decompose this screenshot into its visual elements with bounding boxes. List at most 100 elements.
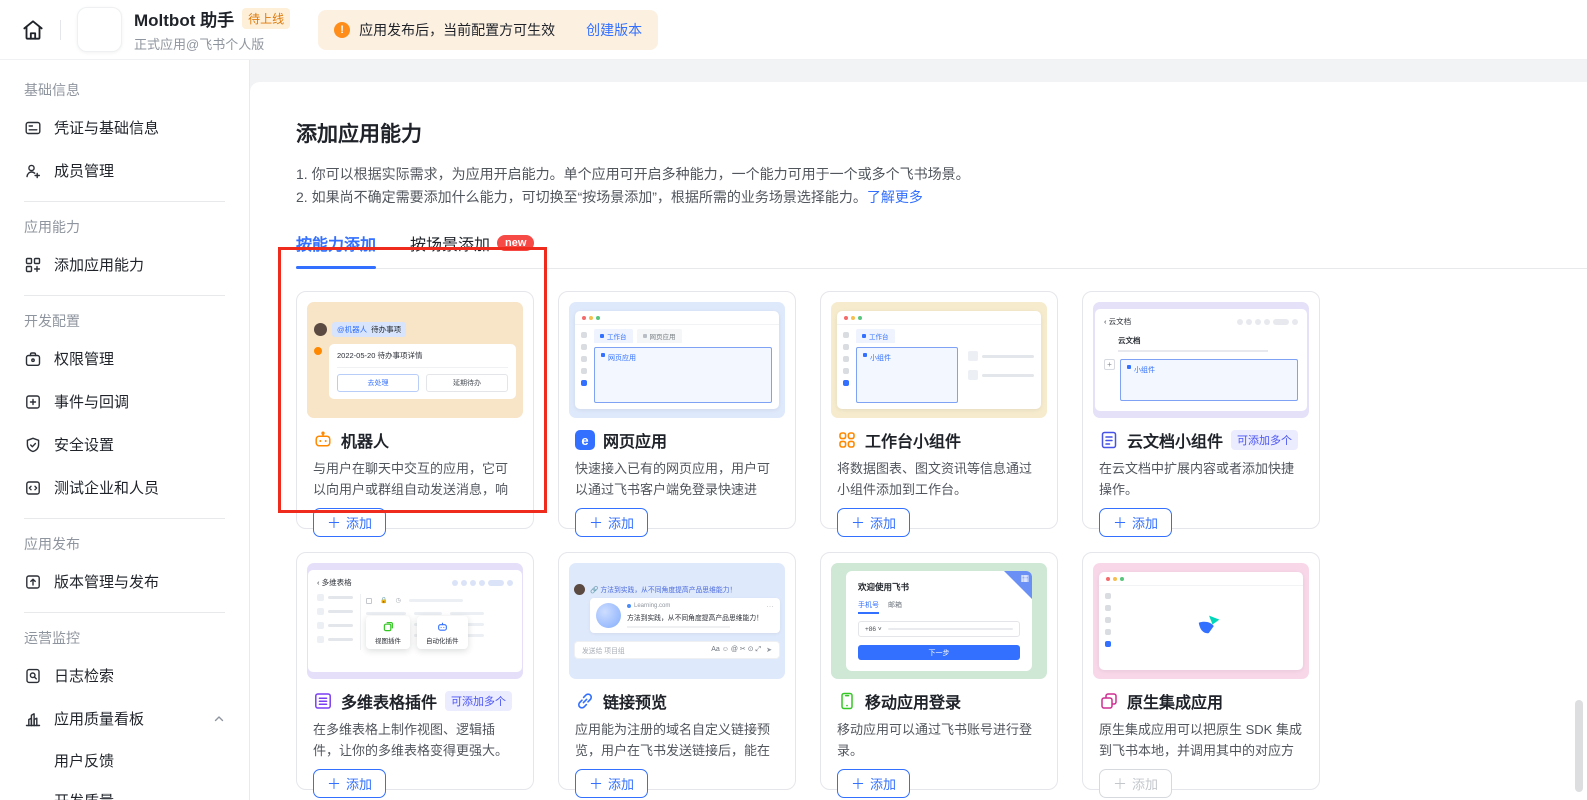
sidebar-item-quality-dashboard[interactable]: 应用质量看板 — [0, 697, 249, 740]
clock-glyph: ◷ — [395, 597, 400, 604]
multi-badge: 可添加多个 — [1231, 430, 1298, 450]
add-webapp-button[interactable]: ＋添加 — [575, 508, 648, 537]
add-native-integration-button[interactable]: ＋添加 — [1099, 769, 1172, 798]
create-version-link[interactable]: 创建版本 — [586, 20, 642, 40]
send-icon: ➤ — [766, 646, 772, 654]
card-link-preview[interactable]: 🔗 方法到实践，从不同角度提高产品思维能力！ Learning.com 方法到实… — [558, 552, 796, 790]
sidebar-item-add-capability[interactable]: 添加应用能力 — [0, 243, 249, 286]
add-label: 添加 — [608, 513, 634, 532]
sidebar-divider — [24, 612, 225, 613]
notice-bar: ! 应用发布后，当前配置方可生效 创建版本 — [318, 10, 658, 50]
mock-tab: 工作台 — [607, 331, 627, 341]
tab-by-capability[interactable]: 按能力添加 — [296, 231, 376, 268]
webapp-icon-glyph: e — [581, 433, 588, 448]
sidebar: 基础信息 凭证与基础信息 成员管理 应用能力 添加应用能力 开发配置 权限管理 … — [0, 60, 250, 800]
mock-back: ‹ 多维表格 — [317, 577, 352, 588]
plus-icon: ＋ — [851, 516, 865, 530]
app-subtitle: 正式应用@飞书个人版 — [134, 34, 290, 53]
vertical-scrollbar[interactable] — [1575, 700, 1583, 792]
plus-icon: ＋ — [327, 516, 341, 530]
desc-text: 2. 如果尚不确定需要添加什么能力，可切换至“按场景添加”，根据所需的业务场景选… — [296, 189, 867, 205]
automation-plugin-chip: 自动化插件 — [417, 616, 468, 649]
add-workplace-widget-button[interactable]: ＋ 添加 — [837, 508, 910, 537]
chevron-up-icon[interactable] — [213, 713, 225, 725]
webapp-icon: e — [575, 430, 595, 450]
sidebar-item-members[interactable]: 成员管理 — [0, 149, 249, 192]
plus-icon: ＋ — [851, 777, 865, 791]
mock-box-label: 小组件 — [870, 353, 891, 363]
sidebar-item-version-release[interactable]: 版本管理与发布 — [0, 560, 249, 603]
mock-country-code: +86 ˅ — [865, 626, 882, 633]
event-callback-icon — [24, 393, 42, 411]
add-bot-button[interactable]: ＋添加 — [313, 508, 386, 537]
section-dev-config: 开发配置 — [0, 305, 249, 337]
card-docs-widget[interactable]: ‹ 云文档 云文档 + 小组件 云文档小组件 可添加多个 — [1082, 291, 1320, 529]
card-desc: 快速接入已有的网页应用，用户可以通过飞书客户端免登录快速进入。 — [575, 458, 779, 500]
sidebar-item-label: 应用质量看板 — [54, 708, 144, 729]
card-desc: 原生集成应用可以把原生 SDK 集成到飞书本地，并调用其中的对应方法，为用户提.… — [1099, 719, 1303, 761]
sidebar-item-test-enterprise[interactable]: 测试企业和人员 — [0, 466, 249, 509]
card-webapp[interactable]: 工作台 网页应用 网页应用 e 网页应用 快速接入已有的网页应用，用户可以通过飞… — [558, 291, 796, 529]
card-bot[interactable]: @机器人待办事项 2022-05-20 待办事项详情 去处理 延期待办 — [296, 291, 534, 529]
card-workplace-widget[interactable]: 工作台 小组件 — [820, 291, 1058, 529]
card-desc: 将数据图表、图文资讯等信息通过小组件添加到工作台。 — [837, 458, 1041, 500]
app-meta: Moltbot 助手 待上线 正式应用@飞书个人版 — [134, 6, 290, 53]
learn-more-link[interactable]: 了解更多 — [867, 189, 923, 205]
add-label: 添加 — [346, 774, 372, 793]
mock-secondary-button: 延期待办 — [426, 374, 508, 392]
card-desc: 在云文档中扩展内容或者添加快捷操作。 — [1099, 458, 1303, 500]
tab-by-scenario[interactable]: 按场景添加new — [410, 231, 534, 268]
add-mobile-login-button[interactable]: ＋ 添加 — [837, 769, 910, 798]
mock-tab: 工作台 — [869, 331, 889, 341]
sidebar-divider — [24, 201, 225, 202]
card-title: 链接预览 — [603, 689, 667, 713]
todo-detail: 2022-05-20 待办事项详情 — [337, 350, 508, 368]
sidebar-divider — [24, 518, 225, 519]
toolbar-icons: Aa ☺ @ ✂ ⊙ ⤢ — [711, 645, 761, 654]
add-label: 添加 — [870, 513, 896, 532]
plus-icon: ＋ — [1113, 516, 1127, 530]
mock-site: Learning.com — [634, 603, 670, 609]
warning-icon: ! — [334, 22, 350, 38]
mock-plus: + — [1104, 359, 1115, 370]
card-mobile-login[interactable]: ▦ 欢迎使用飞书 手机号 邮箱 +86 ˅ 下一步 移动应用登录 — [820, 552, 1058, 790]
qr-icon: ▦ — [1020, 573, 1029, 584]
sidebar-item-credentials[interactable]: 凭证与基础信息 — [0, 106, 249, 149]
card-title: 工作台小组件 — [865, 428, 961, 452]
feishu-logo — [1195, 610, 1225, 640]
section-release: 应用发布 — [0, 528, 249, 560]
member-add-icon — [24, 162, 42, 180]
sidebar-subitem-dev-quality[interactable]: 开发质量 — [0, 780, 249, 800]
avatar — [314, 323, 327, 336]
lock-glyph: 🔒 — [380, 597, 387, 604]
card-title: 移动应用登录 — [865, 689, 961, 713]
sidebar-item-events[interactable]: 事件与回调 — [0, 380, 249, 423]
tab-label: 按能力添加 — [296, 231, 376, 255]
mock-doc-title: 云文档 — [1118, 335, 1298, 346]
add-docs-widget-button[interactable]: ＋添加 — [1099, 508, 1172, 537]
mock-box-label: 网页应用 — [608, 353, 636, 363]
add-base-plugin-button[interactable]: ＋ 添加 — [313, 769, 386, 798]
preview-image — [596, 603, 621, 628]
plus-icon: ＋ — [327, 777, 341, 791]
robot-icon — [313, 430, 333, 450]
home-button[interactable] — [16, 13, 50, 47]
link-preview-thumbnail: 🔗 方法到实践，从不同角度提高产品思维能力！ Learning.com 方法到实… — [569, 563, 785, 679]
shield-check-icon — [24, 436, 42, 454]
card-desc: 应用能为注册的域名自定义链接预览，用户在飞书发送链接后，能在链接下方展示... — [575, 719, 779, 761]
bar-chart-icon — [24, 710, 42, 728]
card-title: 云文档小组件 — [1127, 428, 1223, 452]
card-base-plugin[interactable]: ‹ 多维表格 🔒 ◷ — [296, 552, 534, 790]
sidebar-item-permissions[interactable]: 权限管理 — [0, 337, 249, 380]
top-header: Moltbot 助手 待上线 正式应用@飞书个人版 ! 应用发布后，当前配置方可… — [0, 0, 1587, 60]
card-native-integration[interactable]: 原生集成应用 原生集成应用可以把原生 SDK 集成到飞书本地，并调用其中的对应方… — [1082, 552, 1320, 790]
add-label: 添加 — [870, 774, 896, 793]
multi-badge: 可添加多个 — [445, 691, 512, 711]
doc-icon — [1099, 430, 1119, 450]
sidebar-item-security[interactable]: 安全设置 — [0, 423, 249, 466]
sidebar-item-label: 日志检索 — [54, 665, 114, 686]
app-avatar — [77, 7, 122, 52]
sidebar-subitem-user-feedback[interactable]: 用户反馈 — [0, 740, 249, 780]
add-link-preview-button[interactable]: ＋添加 — [575, 769, 648, 798]
sidebar-item-log-search[interactable]: 日志检索 — [0, 654, 249, 697]
